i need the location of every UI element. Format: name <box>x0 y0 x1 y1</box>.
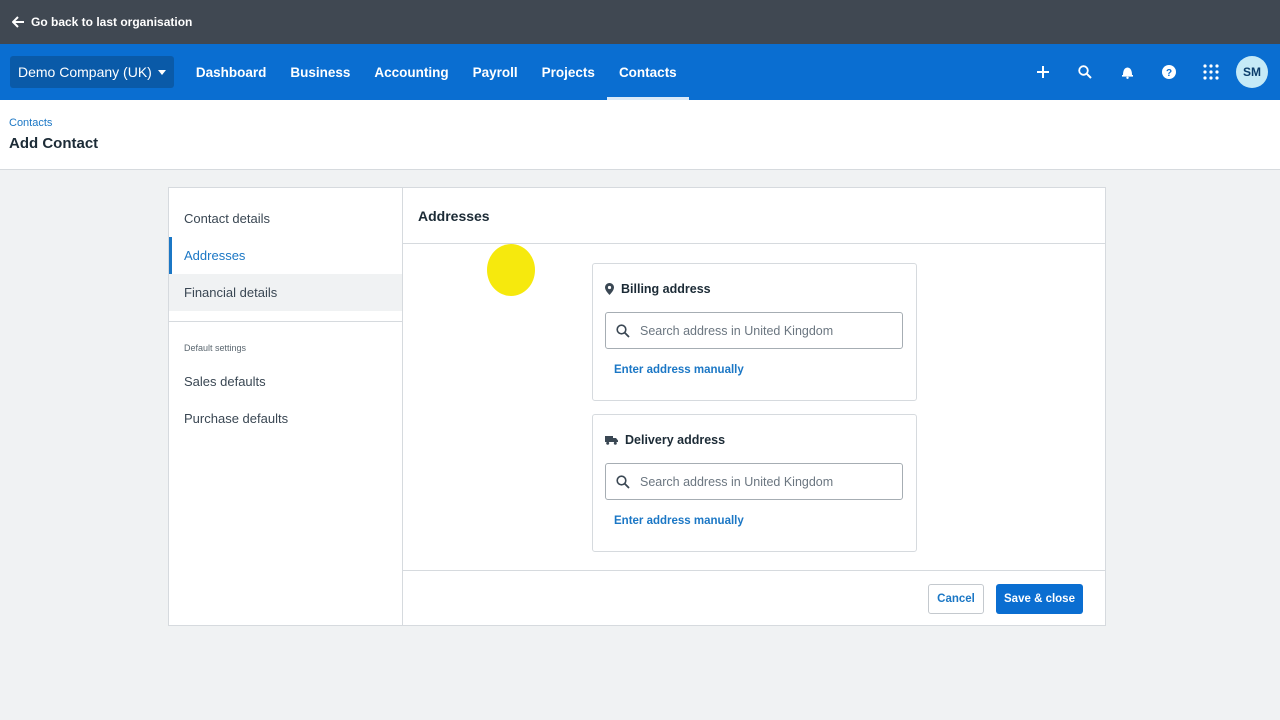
billing-address-input[interactable] <box>640 323 880 338</box>
back-label: Go back to last organisation <box>31 15 193 29</box>
top-bar: Go back to last organisation <box>0 0 1280 44</box>
nav-item-payroll[interactable]: Payroll <box>461 44 530 100</box>
nav-item-accounting[interactable]: Accounting <box>362 44 460 100</box>
arrow-left-icon <box>12 16 24 28</box>
sidebar-item-purchase-defaults[interactable]: Purchase defaults <box>169 400 402 437</box>
search-icon <box>616 474 630 489</box>
add-contact-card: Contact details Addresses Financial deta… <box>168 187 1106 626</box>
truck-icon <box>605 436 618 445</box>
nav-item-label: Projects <box>541 64 595 80</box>
main-navigation: Demo Company (UK) Dashboard Business Acc… <box>0 44 1280 100</box>
nav-item-label: Contacts <box>618 64 677 80</box>
nav-item-label: Dashboard <box>195 64 267 80</box>
sidebar-item-financial-details[interactable]: Financial details <box>169 274 402 311</box>
apps-grid-icon[interactable] <box>1190 44 1232 100</box>
sidebar-item-addresses[interactable]: Addresses <box>169 237 402 274</box>
section-title: Addresses <box>403 188 1105 244</box>
footer-divider <box>403 570 1105 571</box>
delivery-address-label: Delivery address <box>625 433 726 447</box>
billing-address-search[interactable] <box>605 312 903 349</box>
page-title: Add Contact <box>9 135 99 152</box>
delivery-address-input[interactable] <box>640 474 880 489</box>
delivery-address-search[interactable] <box>605 463 903 500</box>
section-sidebar: Contact details Addresses Financial deta… <box>169 188 403 625</box>
svg-text:?: ? <box>1166 68 1172 79</box>
sidebar-item-contact-details[interactable]: Contact details <box>169 200 402 237</box>
nav-actions: ? SM <box>1022 44 1268 100</box>
billing-enter-manually-link[interactable]: Enter address manually <box>614 364 744 376</box>
billing-address-label: Billing address <box>621 282 711 296</box>
user-avatar[interactable]: SM <box>1236 56 1268 88</box>
page-header: Contacts Add Contact <box>0 100 1280 170</box>
bell-icon[interactable] <box>1106 44 1148 100</box>
sidebar-item-label: Financial details <box>184 285 278 300</box>
search-icon <box>616 323 630 338</box>
back-to-organisation-link[interactable]: Go back to last organisation <box>12 15 192 29</box>
delivery-enter-manually-link[interactable]: Enter address manually <box>614 515 744 527</box>
cursor-highlight <box>487 244 535 296</box>
billing-address-box: Billing address Enter address manually <box>592 263 917 401</box>
save-and-close-button[interactable]: Save & close <box>996 584 1083 614</box>
help-icon[interactable]: ? <box>1148 44 1190 100</box>
sidebar-divider <box>169 321 402 322</box>
caret-down-icon <box>157 69 166 75</box>
delivery-address-box: Delivery address Enter address manually <box>592 414 917 552</box>
sidebar-item-label: Sales defaults <box>184 374 266 389</box>
organisation-switcher[interactable]: Demo Company (UK) <box>10 56 174 88</box>
nav-item-label: Payroll <box>472 64 518 80</box>
nav-item-business[interactable]: Business <box>278 44 362 100</box>
sidebar-item-label: Addresses <box>184 248 246 263</box>
sidebar-item-label: Purchase defaults <box>184 411 289 426</box>
sidebar-item-sales-defaults[interactable]: Sales defaults <box>169 363 402 400</box>
nav-item-dashboard[interactable]: Dashboard <box>184 44 279 100</box>
nav-menu: Dashboard Business Accounting Payroll Pr… <box>184 44 689 100</box>
nav-item-contacts[interactable]: Contacts <box>606 44 689 100</box>
search-icon[interactable] <box>1064 44 1106 100</box>
breadcrumb-contacts[interactable]: Contacts <box>9 117 52 129</box>
organisation-name: Demo Company (UK) <box>18 64 152 80</box>
nav-item-projects[interactable]: Projects <box>530 44 607 100</box>
billing-address-title: Billing address <box>605 282 711 296</box>
map-pin-icon <box>605 283 614 295</box>
plus-icon[interactable] <box>1022 44 1064 100</box>
cancel-button[interactable]: Cancel <box>928 584 984 614</box>
default-settings-heading: Default settings <box>184 343 247 353</box>
nav-item-label: Accounting <box>374 64 449 80</box>
sidebar-item-label: Contact details <box>184 211 270 226</box>
delivery-address-title: Delivery address <box>605 433 725 447</box>
nav-item-label: Business <box>290 64 351 80</box>
